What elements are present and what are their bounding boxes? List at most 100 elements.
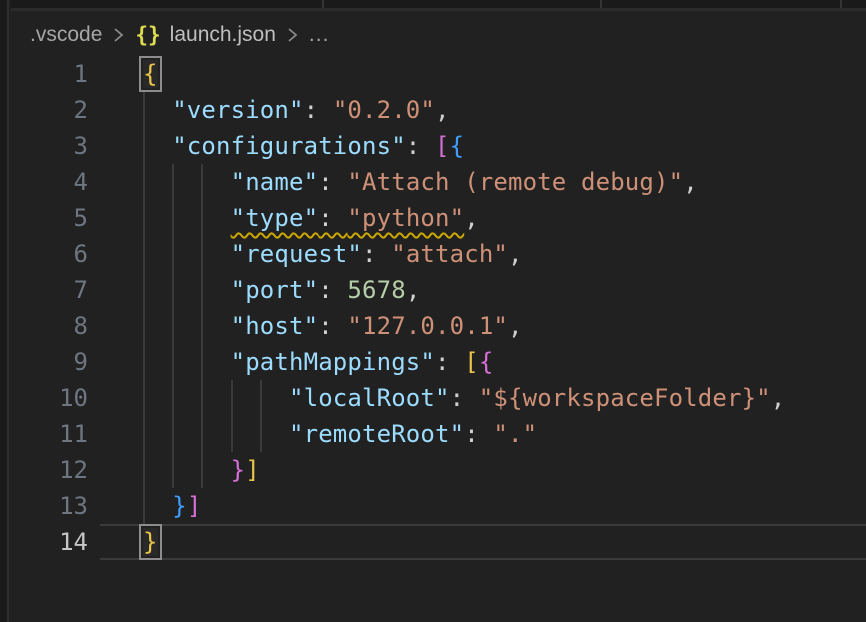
- indent-guide: [201, 344, 203, 380]
- indent-guide: [201, 164, 203, 200]
- code-token: ".": [493, 420, 537, 448]
- code-line-content[interactable]: "version": "0.2.0",: [100, 92, 866, 128]
- code-token: :: [318, 312, 347, 340]
- line-number[interactable]: 6: [11, 236, 100, 272]
- indent-guide: [143, 92, 145, 128]
- code-token: "remoteRoot": [289, 420, 464, 448]
- indent-guide: [172, 308, 174, 344]
- indent-guide: [201, 272, 203, 308]
- indent-guide: [143, 272, 145, 308]
- code-token: "port": [231, 276, 319, 304]
- code-token: "request": [231, 240, 362, 268]
- code-editor[interactable]: 1{2 "version": "0.2.0",3 "configurations…: [11, 56, 866, 560]
- code-line[interactable]: 12 }]: [11, 452, 866, 488]
- code-line[interactable]: 1{: [11, 56, 866, 92]
- code-line-content[interactable]: {: [100, 56, 866, 92]
- code-token: ,: [683, 168, 698, 196]
- tab-divider: [600, 0, 602, 8]
- line-number[interactable]: 2: [11, 92, 100, 128]
- code-line[interactable]: 3 "configurations": [{: [11, 128, 866, 164]
- breadcrumb: .vscode {} launch.json ...: [11, 14, 866, 56]
- code-line[interactable]: 13 }]: [11, 488, 866, 524]
- code-token: [: [435, 132, 450, 160]
- indent-guide: [143, 200, 145, 236]
- vscode-editor-window: { "app": "Visual Studio Code", "colors":…: [0, 0, 866, 622]
- code-line-content[interactable]: "request": "attach",: [100, 236, 866, 272]
- line-number[interactable]: 3: [11, 128, 100, 164]
- json-file-icon: {}: [135, 23, 160, 47]
- line-number[interactable]: 12: [11, 452, 100, 488]
- matched-bracket: }: [143, 528, 158, 556]
- indent-guide: [231, 416, 233, 452]
- code-token: :: [304, 96, 333, 124]
- code-line-content[interactable]: }]: [100, 488, 866, 524]
- code-line[interactable]: 5 "type": "python",: [11, 200, 866, 236]
- warning-squiggle: "type": "python": [231, 204, 465, 232]
- line-number[interactable]: 8: [11, 308, 100, 344]
- code-token: ,: [771, 384, 786, 412]
- indent-guide: [231, 380, 233, 416]
- code-line[interactable]: 2 "version": "0.2.0",: [11, 92, 866, 128]
- line-number[interactable]: 11: [11, 416, 100, 452]
- code-line-content[interactable]: "configurations": [{: [100, 128, 866, 164]
- code-token: :: [464, 420, 493, 448]
- code-token: "pathMappings": [231, 348, 435, 376]
- code-token: [143, 132, 172, 160]
- line-number[interactable]: 10: [11, 380, 100, 416]
- code-line-content[interactable]: "localRoot": "${workspaceFolder}",: [100, 380, 866, 416]
- code-token: [143, 204, 231, 232]
- code-line-content[interactable]: "remoteRoot": ".": [100, 416, 866, 452]
- indent-guide: [172, 272, 174, 308]
- line-number[interactable]: 5: [11, 200, 100, 236]
- code-token: [: [464, 348, 479, 376]
- line-number[interactable]: 14: [11, 524, 100, 560]
- code-line-content[interactable]: }]: [100, 452, 866, 488]
- code-line[interactable]: 14}: [11, 524, 866, 560]
- indent-guide: [143, 488, 145, 524]
- indent-guide: [172, 452, 174, 488]
- breadcrumb-symbol-overflow[interactable]: ...: [309, 23, 330, 47]
- code-token: :: [406, 132, 435, 160]
- tab-bar-edge: [11, 0, 866, 11]
- code-line-content[interactable]: "name": "Attach (remote debug)",: [100, 164, 866, 200]
- line-number[interactable]: 4: [11, 164, 100, 200]
- code-token: "attach": [391, 240, 508, 268]
- code-line[interactable]: 11 "remoteRoot": ".": [11, 416, 866, 452]
- line-number[interactable]: 1: [11, 56, 100, 92]
- indent-guide: [143, 128, 145, 164]
- code-token: :: [450, 384, 479, 412]
- code-line[interactable]: 9 "pathMappings": [{: [11, 344, 866, 380]
- indent-guide: [172, 416, 174, 452]
- code-line-content[interactable]: "port": 5678,: [100, 272, 866, 308]
- indent-guide: [143, 308, 145, 344]
- code-token: ,: [406, 276, 421, 304]
- code-line[interactable]: 6 "request": "attach",: [11, 236, 866, 272]
- code-token: :: [435, 348, 464, 376]
- code-line[interactable]: 10 "localRoot": "${workspaceFolder}",: [11, 380, 866, 416]
- chevron-right-icon: [285, 25, 300, 45]
- line-number[interactable]: 13: [11, 488, 100, 524]
- breadcrumb-item-file[interactable]: {} launch.json: [135, 23, 276, 47]
- line-number[interactable]: 7: [11, 272, 100, 308]
- code-token: "configurations": [172, 132, 406, 160]
- code-line[interactable]: 4 "name": "Attach (remote debug)",: [11, 164, 866, 200]
- code-token: [143, 312, 231, 340]
- code-line-content[interactable]: "host": "127.0.0.1",: [100, 308, 866, 344]
- code-line[interactable]: 8 "host": "127.0.0.1",: [11, 308, 866, 344]
- indent-guide: [172, 236, 174, 272]
- code-line-content[interactable]: }: [100, 524, 866, 560]
- code-line-content[interactable]: "type": "python",: [100, 200, 866, 236]
- line-number[interactable]: 9: [11, 344, 100, 380]
- tab-divider: [322, 0, 324, 8]
- indent-guide: [201, 236, 203, 272]
- code-line[interactable]: 7 "port": 5678,: [11, 272, 866, 308]
- code-token: "localRoot": [289, 384, 450, 412]
- indent-guide: [143, 344, 145, 380]
- code-token: ,: [508, 312, 523, 340]
- code-token: "type": [231, 204, 319, 232]
- breadcrumb-file-label: launch.json: [170, 23, 276, 47]
- code-token: }: [231, 456, 246, 484]
- breadcrumb-item-folder[interactable]: .vscode: [30, 23, 102, 47]
- code-token: :: [318, 204, 347, 232]
- code-line-content[interactable]: "pathMappings": [{: [100, 344, 866, 380]
